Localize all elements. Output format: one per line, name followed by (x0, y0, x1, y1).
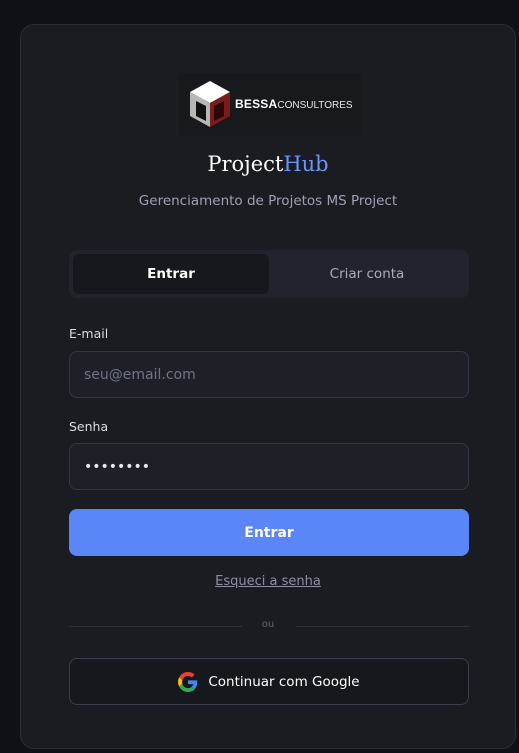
login-card: BESSACONSULTORES ProjectHub Gerenciament… (20, 24, 516, 749)
divider-label: ou (261, 619, 275, 630)
password-field[interactable] (69, 443, 469, 490)
app-title-accent: Hub (283, 152, 329, 176)
forgot-password-link[interactable]: Esqueci a senha (21, 574, 515, 589)
app-title: ProjectHub (21, 151, 515, 177)
app-title-main: Project (207, 152, 284, 176)
google-login-button[interactable]: Continuar com Google (69, 658, 469, 705)
tab-signup[interactable]: Criar conta (269, 254, 465, 294)
divider-line-right (296, 626, 469, 627)
page: BESSACONSULTORES ProjectHub Gerenciament… (0, 0, 519, 753)
email-field[interactable] (69, 351, 469, 398)
cube-logo-icon (190, 81, 230, 127)
logo-text-light: CONSULTORES (277, 100, 353, 111)
app-subtitle: Gerenciamento de Projetos MS Project (138, 193, 398, 209)
logo-wordmark: BESSACONSULTORES (235, 97, 353, 111)
password-label: Senha (69, 419, 109, 434)
company-logo: BESSACONSULTORES (178, 73, 361, 136)
google-login-label: Continuar com Google (208, 673, 360, 690)
tab-login[interactable]: Entrar (73, 254, 269, 294)
google-icon (178, 671, 198, 692)
logo-text-bold: BESSA (235, 97, 278, 111)
auth-tabs: Entrar Criar conta (69, 250, 469, 298)
login-button[interactable]: Entrar (69, 509, 469, 556)
email-label: E-mail (69, 326, 109, 341)
